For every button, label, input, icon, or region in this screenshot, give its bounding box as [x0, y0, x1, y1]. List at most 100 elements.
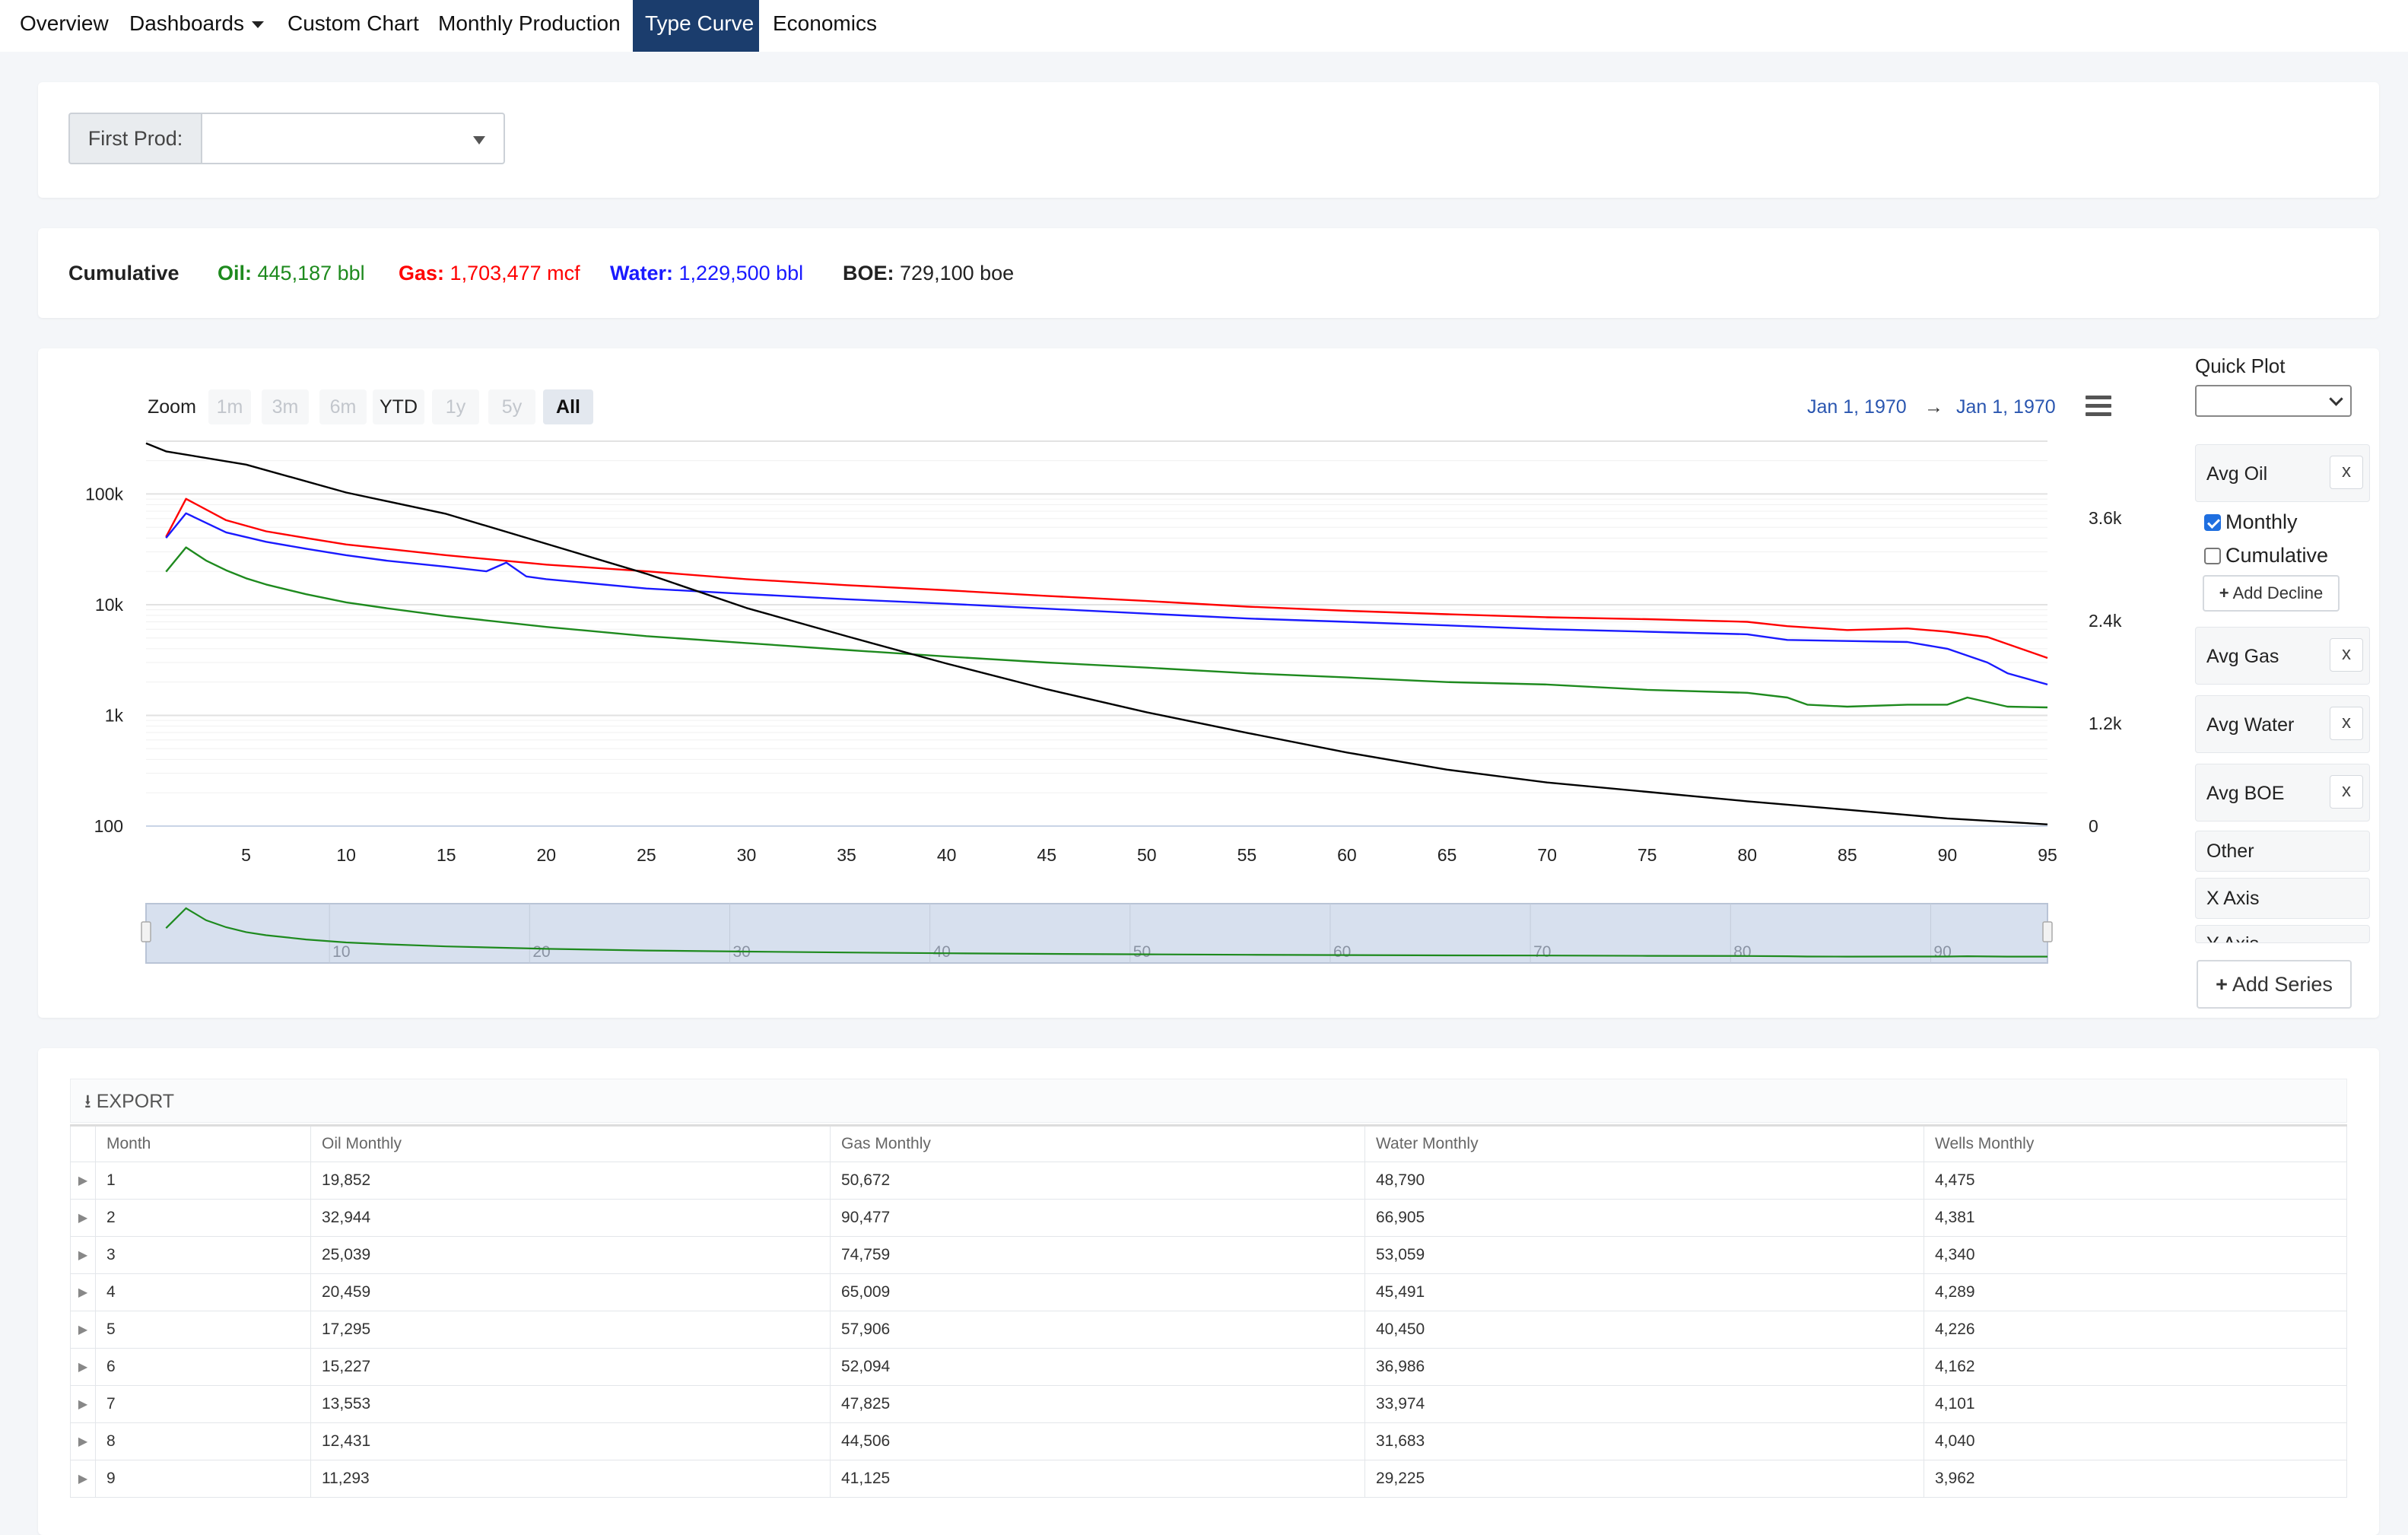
expand-row-icon[interactable]: ▶: [70, 1199, 96, 1237]
remove-avg-boe-button[interactable]: x: [2330, 775, 2363, 809]
cumulative-checkbox-row[interactable]: Cumulative: [2204, 542, 2328, 569]
column-header-oil-monthly[interactable]: Oil Monthly: [310, 1124, 831, 1162]
remove-avg-oil-button[interactable]: x: [2330, 456, 2363, 489]
cell-month: 9: [95, 1460, 311, 1498]
x-axis-label: X Axis: [2206, 888, 2260, 909]
x-tick-label: 5: [241, 845, 251, 865]
cell-month: 2: [95, 1199, 311, 1237]
production-table: Month Oil Monthly Gas Monthly Water Mont…: [70, 1124, 2347, 1498]
add-series-label: Add Series: [2232, 973, 2333, 996]
type-curve-chart: 5 10 15 20 25 30 35 40 45 50 55 60 65 70 75 80 85 90 95100…: [85, 440, 2122, 964]
expand-row-icon[interactable]: ▶: [70, 1348, 96, 1386]
cell-wells-monthly: 4,340: [1924, 1236, 2347, 1274]
x-tick-label: 40: [937, 845, 957, 865]
x-tick-label: 30: [737, 845, 757, 865]
y-left-tick-label: 10k: [95, 595, 124, 615]
series-box-avg-boe[interactable]: Avg BOE x: [2195, 764, 2370, 822]
cell-month: 5: [95, 1311, 311, 1349]
column-header-month[interactable]: Month: [95, 1124, 311, 1162]
x-tick-label: 95: [2038, 845, 2057, 865]
navigator-tick-label: 90: [1933, 943, 1951, 961]
navigator-tick-label: 80: [1733, 943, 1751, 961]
cell-oil-monthly: 20,459: [310, 1273, 831, 1311]
cell-oil-monthly: 11,293: [310, 1460, 831, 1498]
cell-gas-monthly: 47,825: [830, 1385, 1365, 1423]
expand-row-icon[interactable]: ▶: [70, 1236, 96, 1274]
series-label-avg-gas: Avg Gas: [2206, 646, 2279, 667]
series-box-avg-water[interactable]: Avg Water x: [2195, 695, 2370, 753]
x-tick-label: 50: [1137, 845, 1157, 865]
quick-plot-select[interactable]: [2195, 385, 2352, 417]
y-right-tick-label: 0: [2089, 816, 2098, 836]
expand-row-icon[interactable]: ▶: [70, 1162, 96, 1200]
add-decline-button[interactable]: + Add Decline: [2203, 575, 2340, 612]
download-icon: ⭳: [84, 1091, 91, 1112]
cell-oil-monthly: 15,227: [310, 1348, 831, 1386]
navigator-right-handle[interactable]: [2042, 921, 2053, 942]
cell-water-monthly: 36,986: [1364, 1348, 1924, 1386]
expand-row-icon[interactable]: ▶: [70, 1311, 96, 1349]
other-section[interactable]: Other: [2195, 831, 2370, 872]
column-header-gas-monthly[interactable]: Gas Monthly: [830, 1124, 1365, 1162]
x-axis-section[interactable]: X Axis: [2195, 878, 2370, 919]
expand-row-icon[interactable]: ▶: [70, 1422, 96, 1460]
monthly-label: Monthly: [2225, 510, 2298, 533]
table-row[interactable]: ▶ 9 11,293 41,125 29,225 3,962: [70, 1460, 2347, 1498]
cumulative-option-label: Cumulative: [2225, 544, 2329, 567]
cell-wells-monthly: 4,162: [1924, 1348, 2347, 1386]
series-box-avg-gas[interactable]: Avg Gas x: [2195, 627, 2370, 685]
table-row[interactable]: ▶ 1 19,852 50,672 48,790 4,475: [70, 1162, 2347, 1200]
cell-wells-monthly: 4,289: [1924, 1273, 2347, 1311]
table-row[interactable]: ▶ 5 17,295 57,906 40,450 4,226: [70, 1311, 2347, 1349]
table-row[interactable]: ▶ 4 20,459 65,009 45,491 4,289: [70, 1273, 2347, 1311]
cell-oil-monthly: 25,039: [310, 1236, 831, 1274]
export-label: EXPORT: [96, 1091, 175, 1112]
cell-month: 1: [95, 1162, 311, 1200]
table-row[interactable]: ▶ 8 12,431 44,506 31,683 4,040: [70, 1422, 2347, 1460]
x-tick-label: 85: [1838, 845, 1857, 865]
export-bar: ⭳ EXPORT: [70, 1079, 2347, 1123]
cell-oil-monthly: 19,852: [310, 1162, 831, 1200]
expand-row-icon[interactable]: ▶: [70, 1460, 96, 1498]
column-header-wells-monthly[interactable]: Wells Monthly: [1924, 1124, 2347, 1162]
remove-avg-water-button[interactable]: x: [2330, 707, 2363, 740]
series-label-avg-boe: Avg BOE: [2206, 783, 2285, 804]
cell-gas-monthly: 90,477: [830, 1199, 1365, 1237]
expand-row-icon[interactable]: ▶: [70, 1385, 96, 1423]
export-button[interactable]: ⭳ EXPORT: [84, 1091, 174, 1112]
cell-water-monthly: 29,225: [1364, 1460, 1924, 1498]
x-tick-label: 45: [1037, 845, 1056, 865]
x-tick-label: 20: [537, 845, 557, 865]
table-row[interactable]: ▶ 7 13,553 47,825 33,974 4,101: [70, 1385, 2347, 1423]
navigator-tick-label: 70: [1533, 943, 1551, 961]
cell-gas-monthly: 50,672: [830, 1162, 1365, 1200]
column-header-water-monthly[interactable]: Water Monthly: [1364, 1124, 1924, 1162]
x-tick-label: 65: [1437, 845, 1457, 865]
navigator-left-handle[interactable]: [141, 921, 151, 942]
navigator-tick-label: 50: [1133, 943, 1151, 961]
add-series-button[interactable]: + Add Series: [2197, 960, 2352, 1009]
expand-row-icon[interactable]: ▶: [70, 1273, 96, 1311]
cumulative-checkbox[interactable]: [2204, 548, 2221, 564]
expand-column-header: [70, 1124, 96, 1162]
monthly-checkbox[interactable]: [2204, 514, 2221, 531]
table-row[interactable]: ▶ 6 15,227 52,094 36,986 4,162: [70, 1348, 2347, 1386]
cell-wells-monthly: 4,475: [1924, 1162, 2347, 1200]
series-box-avg-oil[interactable]: Avg Oil x: [2195, 444, 2370, 502]
cell-gas-monthly: 74,759: [830, 1236, 1365, 1274]
cell-wells-monthly: 3,962: [1924, 1460, 2347, 1498]
cell-water-monthly: 66,905: [1364, 1199, 1924, 1237]
table-row[interactable]: ▶ 2 32,944 90,477 66,905 4,381: [70, 1199, 2347, 1237]
cell-gas-monthly: 57,906: [830, 1311, 1365, 1349]
x-tick-label: 35: [837, 845, 856, 865]
y-left-tick-label: 100: [94, 816, 123, 836]
series-line-gas: [165, 497, 2048, 659]
cell-water-monthly: 31,683: [1364, 1422, 1924, 1460]
monthly-checkbox-row[interactable]: Monthly: [2204, 508, 2298, 536]
cell-gas-monthly: 65,009: [830, 1273, 1365, 1311]
y-axis-label: Y Axis: [2206, 933, 2259, 942]
y-axis-section[interactable]: Y Axis: [2195, 925, 2370, 943]
remove-avg-gas-button[interactable]: x: [2330, 638, 2363, 672]
table-row[interactable]: ▶ 3 25,039 74,759 53,059 4,340: [70, 1236, 2347, 1274]
y-left-tick-label: 100k: [85, 484, 123, 504]
